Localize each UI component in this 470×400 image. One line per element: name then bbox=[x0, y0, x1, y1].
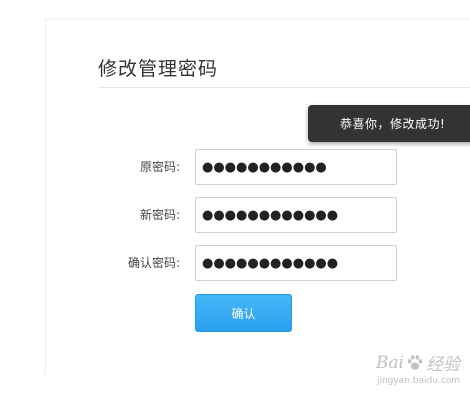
watermark-brand-left: Bai bbox=[375, 352, 404, 373]
watermark-url: jingyan.baidu.com bbox=[376, 376, 460, 386]
watermark-brand-right: 经验 bbox=[426, 355, 460, 375]
toast-message: 恭喜你，修改成功! bbox=[340, 117, 446, 131]
confirm-password-input[interactable] bbox=[195, 245, 397, 281]
old-password-label: 原密码: bbox=[139, 160, 180, 174]
paw-icon bbox=[407, 354, 423, 370]
new-password-label: 新密码: bbox=[139, 208, 180, 222]
new-password-row: 新密码: bbox=[0, 197, 470, 233]
change-password-page: 修改管理密码 恭喜你，修改成功! 原密码: 新密码: 确认密码: 确认 Bai … bbox=[0, 0, 470, 400]
old-password-row: 原密码: bbox=[0, 149, 470, 185]
panel-top-edge bbox=[46, 18, 470, 22]
page-title: 修改管理密码 bbox=[98, 58, 219, 80]
panel-left-border bbox=[45, 18, 46, 374]
confirm-button[interactable]: 确认 bbox=[195, 294, 292, 332]
success-toast: 恭喜你，修改成功! bbox=[308, 105, 470, 142]
baidu-jingyan-watermark: Bai 经验 jingyan.baidu.com bbox=[375, 350, 460, 387]
new-password-input[interactable] bbox=[195, 197, 397, 233]
confirm-password-row: 确认密码: bbox=[0, 245, 470, 281]
old-password-input[interactable] bbox=[195, 149, 397, 185]
confirm-password-label: 确认密码: bbox=[127, 256, 180, 270]
title-divider bbox=[98, 87, 470, 88]
watermark-logo: Bai 经验 bbox=[375, 350, 460, 376]
